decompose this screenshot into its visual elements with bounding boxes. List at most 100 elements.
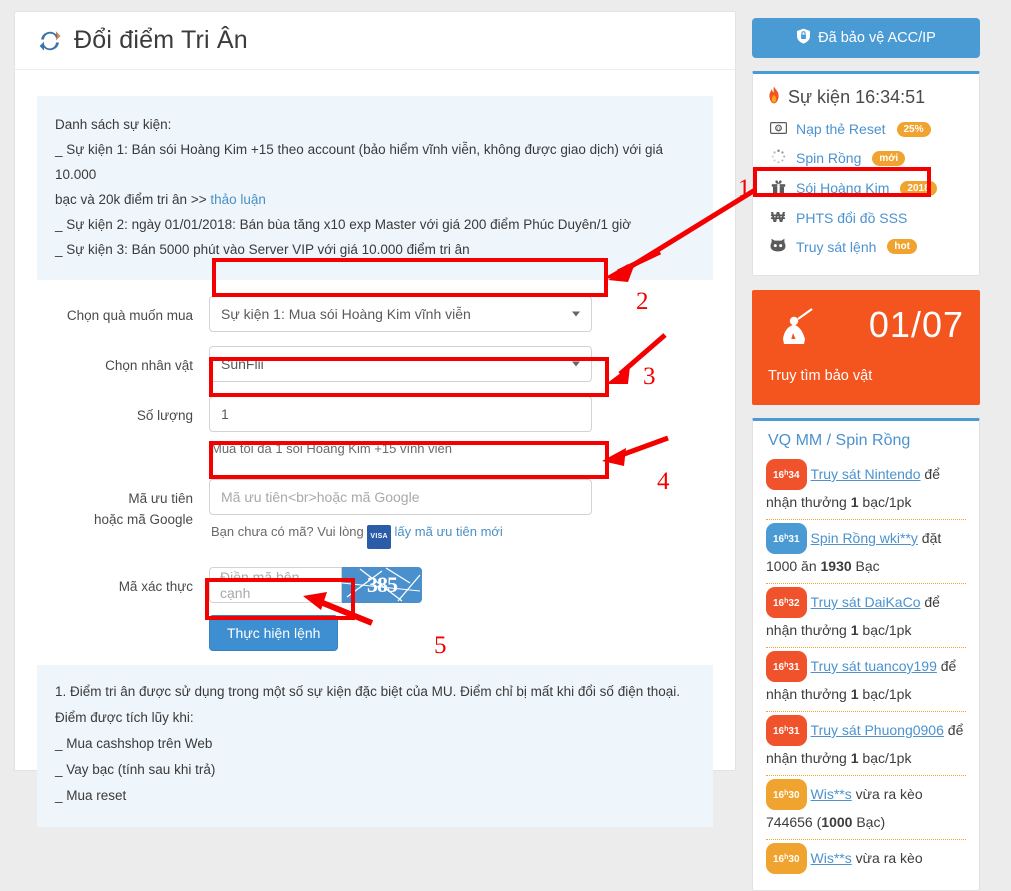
note-line: Điểm được tích lũy khi: — [55, 710, 194, 725]
quantity-input-value: 1 — [221, 406, 229, 422]
card-header: Đổi điểm Tri Ân — [15, 12, 735, 70]
feed-item-after: bạc/1pk — [858, 686, 912, 702]
points-note-box: 1. Điểm tri ân được sử dụng trong một số… — [37, 665, 713, 827]
priority-code-label: Mã ưu tiên hoặc mã Google — [37, 479, 209, 530]
feed-item-bold: 1 — [850, 686, 859, 702]
form-row-captcha: Mã xác thực Điền mã bên cạnh 385 — [37, 567, 713, 603]
info-line: Danh sách sự kiện: — [55, 117, 172, 132]
note-line: _ Mua cashshop trên Web — [55, 736, 213, 751]
character-label: Chọn nhân vật — [105, 358, 193, 373]
character-control: SunFlii — [209, 346, 713, 382]
priority-code-label-line1: Mã ưu tiên — [128, 491, 193, 506]
feed-item-link[interactable]: Truy sát DaiKaCo — [811, 594, 921, 610]
captcha-input[interactable]: Điền mã bên cạnh — [209, 567, 342, 603]
feed-time-badge: 16h31 — [766, 523, 807, 554]
quantity-control: 1 Mua tối đa 1 sói Hoàng Kim +15 vĩnh vi… — [209, 396, 713, 459]
feed-item-bold: 1000 — [821, 814, 853, 830]
info-line: _ Sự kiện 1: Bán sói Hoàng Kim +15 theo … — [55, 137, 695, 187]
spinner-icon — [769, 149, 787, 167]
submit-spacer — [37, 611, 209, 620]
sidebar-item-phts-doi-do-sss[interactable]: ₩ PHTS đổi đồ SSS — [767, 203, 965, 232]
feed-item-link[interactable]: Truy sát tuancoy199 — [811, 658, 937, 674]
right-sidebar: Đã bảo vệ ACC/IP Sự kiện 16:34:51 0 Nạp … — [752, 18, 980, 891]
promo-subtitle: Truy tìm bảo vật — [768, 368, 873, 384]
priority-code-hint: Bạn chưa có mã? Vui lòng VISA lấy mã ưu … — [211, 522, 713, 549]
form-row-priority-code: Mã ưu tiên hoặc mã Google Mã ưu tiên<br>… — [37, 479, 713, 549]
visa-icon: VISA — [367, 525, 391, 549]
info-line: _ Sự kiện 3: Bán 5000 phút vào Server VI… — [55, 242, 470, 257]
protect-acc-ip-label: Đã bảo vệ ACC/IP — [818, 30, 936, 46]
feed-item: 16h31 Spin Rồng wki**y đặt 1000 ăn 1930 B… — [766, 520, 966, 584]
feed-item: 16h30 Wis**s vừa ra kèo 744656 (1000 Bạc) — [766, 776, 966, 840]
promo-banner[interactable]: 01/07 Truy tìm bảo vật — [752, 290, 980, 405]
feed-item: 16h32 Truy sát DaiKaCo để nhận thưởng 1 b… — [766, 584, 966, 648]
feed-item-bold: 1 — [850, 750, 859, 766]
sidebar-item-label: Sói Hoàng Kim — [796, 180, 890, 196]
feed-item-bold: 1 — [850, 622, 859, 638]
submit-button[interactable]: Thực hiện lệnh — [209, 615, 339, 651]
chevron-down-icon — [572, 311, 580, 317]
promo-date: 01/07 — [868, 304, 964, 345]
note-line: _ Mua reset — [55, 788, 127, 803]
feed-time-badge: 16h34 — [766, 459, 807, 490]
gift-label: Chọn quà muốn mua — [66, 308, 193, 323]
hunter-icon — [774, 306, 818, 350]
gift-select[interactable]: Sự kiện 1: Mua sói Hoàng Kim vĩnh viễn — [209, 296, 592, 332]
sidebar-item-spin-rong[interactable]: Spin Rồng mới — [767, 143, 965, 173]
refresh-exchange-icon — [37, 28, 63, 54]
money-bill-icon: 0 — [769, 121, 787, 137]
event-info-box: Danh sách sự kiện: _ Sự kiện 1: Bán sói … — [37, 96, 713, 280]
priority-code-hint-link[interactable]: lấy mã ưu tiên mới — [395, 524, 503, 539]
priority-code-hint-before: Bạn chưa có mã? Vui lòng — [211, 524, 368, 539]
discuss-link[interactable]: thảo luận — [210, 192, 266, 207]
feed-item-link[interactable]: Wis**s — [811, 850, 852, 866]
submit-control: Thực hiện lệnh — [209, 611, 713, 651]
feed-item-after: bạc/1pk — [858, 622, 912, 638]
feed-item-after: Bạc — [851, 558, 880, 574]
main-card: Đổi điểm Tri Ân Danh sách sự kiện: _ Sự … — [14, 11, 736, 827]
sidebar-item-badge: 2018 — [900, 180, 937, 196]
sidebar-item-badge: hot — [887, 239, 917, 254]
feed-time-badge: 16h31 — [766, 651, 807, 682]
captcha-image[interactable]: 385 — [342, 567, 422, 603]
quantity-input[interactable]: 1 — [209, 396, 592, 432]
sidebar-item-badge: 25% — [896, 121, 931, 137]
info-line-text: _ Sự kiện 1: Bán sói Hoàng Kim +15 theo … — [55, 142, 664, 182]
svg-text:0: 0 — [777, 126, 780, 132]
info-line: bạc và 20k điểm tri ân >> thảo luận — [55, 187, 695, 212]
quantity-hint: Mua tối đa 1 sói Hoàng Kim +15 vĩnh viễn — [211, 441, 453, 456]
feed-item: 16h30 Wis**s vừa ra kèo — [766, 840, 966, 878]
captcha-wrap: Điền mã bên cạnh 385 — [209, 567, 713, 603]
feed-item-link[interactable]: Truy sát Phuong0906 — [811, 722, 944, 738]
sidebar-item-badge: mới — [872, 150, 906, 166]
protect-acc-ip-button[interactable]: Đã bảo vệ ACC/IP — [752, 18, 980, 58]
chevron-down-icon — [572, 361, 580, 367]
feed-item: 16h31 Truy sát Phuong0906 để nhận thưởng … — [766, 712, 966, 776]
events-panel-title-text: Sự kiện 16:34:51 — [788, 87, 926, 107]
sidebar-item-soi-hoang-kim[interactable]: Sói Hoàng Kim 2018 — [767, 173, 965, 203]
feed-item-link[interactable]: Spin Rồng wki**y — [811, 530, 918, 546]
sidebar-item-label: PHTS đổi đồ SSS — [796, 209, 908, 226]
feed-item-after: bạc/1pk — [858, 750, 912, 766]
feed-item: 16h34 Truy sát Nintendo để nhận thưởng 1 … — [766, 456, 966, 520]
sidebar-item-nap-the-reset[interactable]: 0 Nạp thẻ Reset 25% — [767, 115, 965, 143]
feed-item-link[interactable]: Truy sát Nintendo — [811, 466, 921, 482]
priority-code-label-line2: hoặc mã Google — [93, 512, 193, 527]
feed-item-mid: vừa ra kèo — [851, 850, 923, 866]
sidebar-item-label: Nạp thẻ Reset — [796, 121, 886, 137]
feed-time-badge: 16h32 — [766, 587, 807, 618]
sidebar-item-truy-sat-lenh[interactable]: Truy sát lệnh hot — [767, 232, 965, 261]
feed-item-link[interactable]: Wis**s — [811, 786, 852, 802]
priority-code-input[interactable]: Mã ưu tiên<br>hoặc mã Google — [209, 479, 592, 515]
feed-item-after: Bạc) — [852, 814, 886, 830]
feed-title[interactable]: VQ MM / Spin Rồng — [768, 432, 966, 450]
note-line: _ Vay bạc (tính sau khi trả) — [55, 762, 216, 777]
form-row-submit: Thực hiện lệnh — [37, 611, 713, 651]
page-title: Đổi điểm Tri Ân — [74, 26, 248, 54]
captcha-placeholder: Điền mã bên cạnh — [220, 569, 300, 601]
character-select[interactable]: SunFlii — [209, 346, 592, 382]
priority-code-control: Mã ưu tiên<br>hoặc mã Google Bạn chưa có… — [209, 479, 713, 549]
won-sign-icon: ₩ — [770, 209, 786, 226]
activity-feed: VQ MM / Spin Rồng 16h34 Truy sát Nintendo… — [752, 418, 980, 891]
events-panel: Sự kiện 16:34:51 0 Nạp thẻ Reset 25% Spi… — [752, 71, 980, 276]
